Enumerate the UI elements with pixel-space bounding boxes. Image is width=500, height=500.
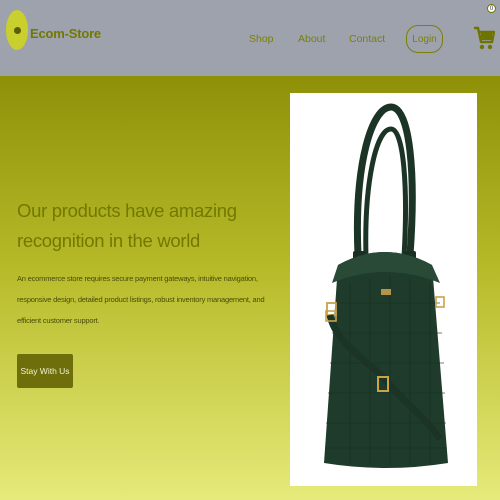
hero-headline: Our products have amazing recognition in… [17, 196, 237, 256]
handbag-image [324, 103, 448, 468]
brand[interactable]: Ecom-Store [6, 10, 101, 50]
product-image [290, 93, 477, 486]
brand-logo-icon [6, 10, 28, 50]
nav-link-contact[interactable]: Contact [349, 33, 385, 45]
shopping-cart-icon[interactable] [473, 24, 495, 52]
navbar: Ecom-Store Shop About Contact Login 0 [0, 0, 500, 76]
nav-link-about[interactable]: About [298, 33, 325, 45]
stay-with-us-button[interactable]: Stay With Us [17, 354, 73, 388]
brand-name: Ecom-Store [30, 25, 101, 41]
hero-description: An ecommerce store requires secure payme… [17, 274, 265, 325]
cart-count-badge: 0 [487, 4, 496, 13]
hero-headline-line-1: Our products have amazing [17, 200, 237, 221]
login-button[interactable]: Login [406, 25, 443, 53]
nav-link-shop[interactable]: Shop [249, 33, 274, 45]
hero-headline-line-2: recognition in the world [17, 230, 201, 251]
